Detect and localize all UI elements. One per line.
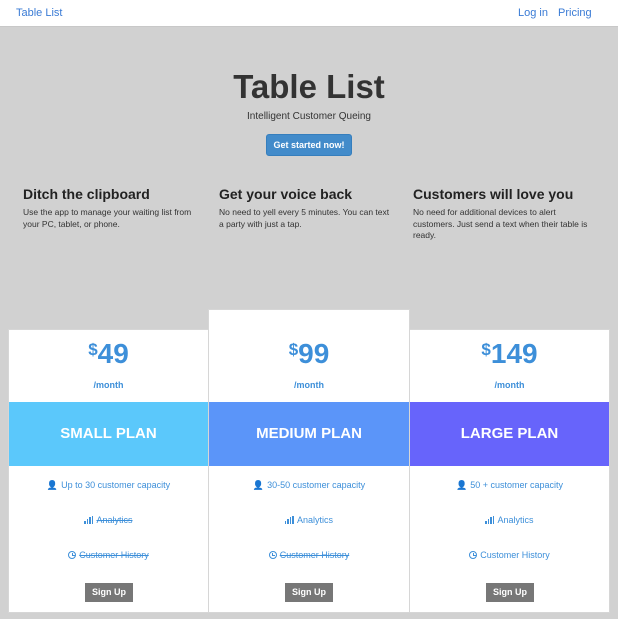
signup-button-medium[interactable]: Sign Up <box>285 583 333 602</box>
plan-history: Customer History <box>410 550 609 560</box>
login-link[interactable]: Log in <box>518 7 548 19</box>
user-icon: 👤 <box>252 480 265 490</box>
brand-link[interactable]: Table List <box>16 7 62 19</box>
feature-text: No need to yell every 5 minutes. You can… <box>219 207 390 229</box>
plan-period: /month <box>93 380 124 390</box>
plan-history: Customer History <box>209 550 409 560</box>
user-icon: 👤 <box>46 480 59 490</box>
feature-text: Use the app to manage your waiting list … <box>23 207 192 229</box>
plan-analytics: Analytics <box>410 515 609 525</box>
plan-card-large: $149 /month LARGE PLAN 👤 50 + customer ca… <box>409 329 610 613</box>
get-started-button[interactable]: Get started now! <box>266 134 352 156</box>
signup-button-small[interactable]: Sign Up <box>85 583 133 602</box>
plan-period: /month <box>294 380 324 390</box>
navbar: Table List Log in Pricing <box>0 0 618 27</box>
plan-history: Customer History <box>9 550 208 560</box>
feature-voice: Get your voice back No need to yell ever… <box>219 186 391 230</box>
plan-analytics: Analytics <box>9 515 208 525</box>
pricing-link[interactable]: Pricing <box>558 7 592 19</box>
plan-card-small: $49 /month SMALL PLAN 👤 Up to 30 customer… <box>8 329 209 613</box>
hero-title: Table List <box>233 68 385 105</box>
plan-price: $99 <box>288 338 330 369</box>
clock-icon <box>268 551 277 559</box>
feature-title: Ditch the clipboard <box>23 186 150 202</box>
plan-capacity: 👤 Up to 30 customer capacity <box>46 480 171 490</box>
plan-capacity: 👤 30-50 customer capacity <box>252 480 366 490</box>
plan-name-banner: MEDIUM PLAN <box>209 402 409 466</box>
feature-clipboard: Ditch the clipboard Use the app to manag… <box>23 186 205 230</box>
feature-title: Get your voice back <box>219 186 353 202</box>
plan-price: $149 <box>481 338 538 369</box>
bar-chart-icon <box>84 516 94 524</box>
bar-chart-icon <box>485 516 495 524</box>
plan-period: /month <box>494 380 525 390</box>
feature-title: Customers will love you <box>413 186 574 202</box>
plan-card-medium: $99 /month MEDIUM PLAN 👤 30-50 customer c… <box>208 309 410 613</box>
plan-name-banner: LARGE PLAN <box>410 402 609 466</box>
plan-name-banner: SMALL PLAN <box>9 402 208 466</box>
bar-chart-icon <box>284 516 294 524</box>
feature-customers: Customers will love you No need for addi… <box>413 186 598 242</box>
feature-text: No need for additional devices to alert … <box>413 207 588 240</box>
hero-subtitle: Intelligent Customer Queing <box>247 111 371 122</box>
plan-price: $49 <box>88 338 129 369</box>
clock-icon <box>68 551 77 559</box>
signup-button-large[interactable]: Sign Up <box>486 583 534 602</box>
user-icon: 👤 <box>455 480 468 490</box>
plan-analytics: Analytics <box>209 515 409 525</box>
clock-icon <box>469 551 478 559</box>
plan-capacity: 👤 50 + customer capacity <box>455 480 563 490</box>
